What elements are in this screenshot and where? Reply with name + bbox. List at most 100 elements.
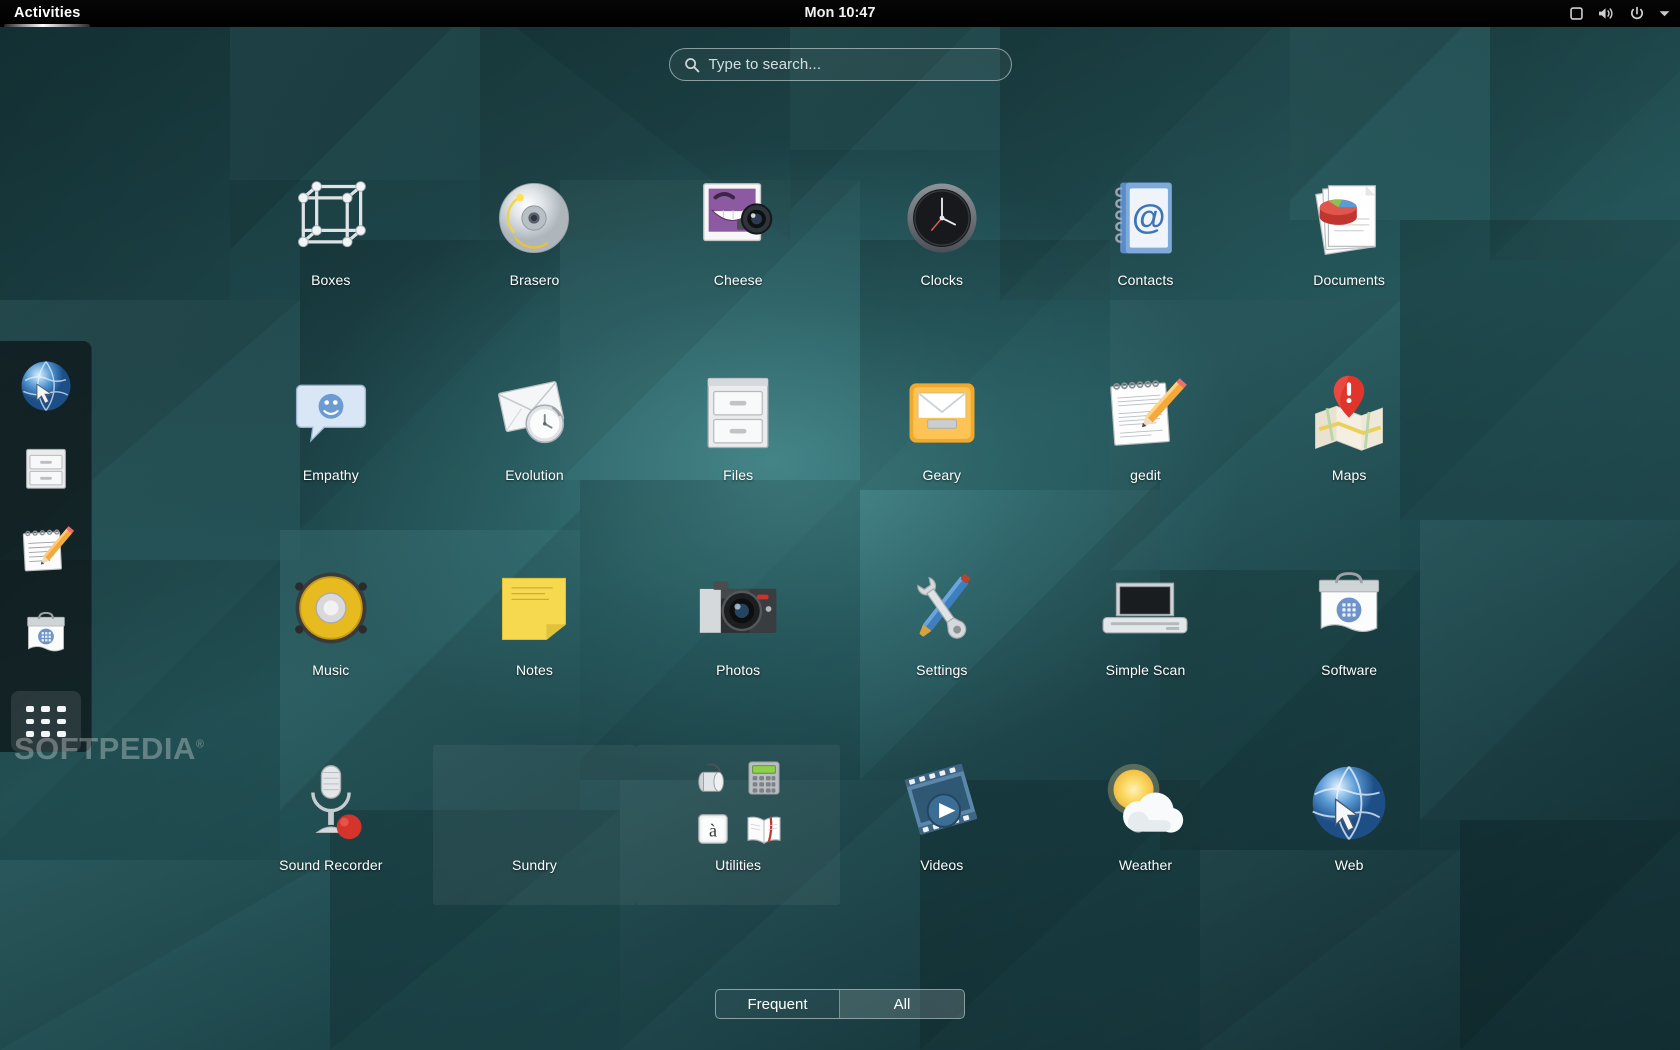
app-item-software[interactable]: Software xyxy=(1247,550,1451,710)
grid-dot xyxy=(41,706,50,712)
dock-item-gedit[interactable] xyxy=(13,521,79,584)
software-bag-icon xyxy=(18,605,74,666)
app-label: Web xyxy=(1335,857,1364,873)
photos-camera-icon xyxy=(690,560,786,656)
app-item-clocks[interactable]: Clocks xyxy=(840,160,1044,320)
svg-text:à: à xyxy=(709,820,717,840)
search-icon xyxy=(684,57,700,73)
app-item-videos[interactable]: Videos xyxy=(840,745,1044,905)
app-item-web[interactable]: Web xyxy=(1247,745,1451,905)
files-cabinet-icon xyxy=(690,365,786,461)
view-selector: Frequent All xyxy=(0,989,1680,1019)
tab-all[interactable]: All xyxy=(840,990,964,1018)
app-grid-icon[interactable] xyxy=(11,691,81,752)
software-bag-icon xyxy=(1301,560,1397,656)
app-label: Cheese xyxy=(714,272,763,288)
app-item-weather[interactable]: Weather xyxy=(1044,745,1248,905)
app-label: Weather xyxy=(1119,857,1172,873)
app-item-geary[interactable]: Geary xyxy=(840,355,1044,515)
display-icon[interactable] xyxy=(1569,6,1584,21)
empathy-chat-icon xyxy=(283,365,379,461)
app-item-empathy[interactable]: Empathy xyxy=(229,355,433,515)
dock-item-files[interactable] xyxy=(13,441,79,500)
weather-sun-cloud-icon xyxy=(1097,755,1193,851)
app-folder-utilities[interactable]: à Utilities xyxy=(636,745,840,905)
evolution-mail-icon xyxy=(486,365,582,461)
app-label: Documents xyxy=(1313,272,1385,288)
dictionary-icon xyxy=(744,809,784,849)
character-map-icon: à xyxy=(693,809,733,849)
app-label: Boxes xyxy=(311,272,350,288)
app-item-gedit[interactable]: gedit xyxy=(1044,355,1248,515)
app-item-brasero[interactable]: Brasero xyxy=(433,160,637,320)
scanner-icon xyxy=(1097,560,1193,656)
app-item-photos[interactable]: Photos xyxy=(636,550,840,710)
contacts-icon: @ xyxy=(1097,170,1193,266)
top-bar: Activities Mon 10:47 xyxy=(0,0,1680,27)
app-item-cheese[interactable]: Cheese xyxy=(636,160,840,320)
app-item-settings[interactable]: Settings xyxy=(840,550,1044,710)
app-label: Maps xyxy=(1332,467,1367,483)
app-label: Utilities xyxy=(715,857,761,873)
app-folder-sundry[interactable]: Sundry xyxy=(433,745,637,905)
power-icon[interactable] xyxy=(1629,6,1645,22)
grid-dot xyxy=(57,706,66,712)
app-label: Geary xyxy=(923,467,962,483)
boxes-icon xyxy=(283,170,379,266)
grid-dot xyxy=(26,719,35,725)
app-item-notes[interactable]: Notes xyxy=(433,550,637,710)
app-label: Notes xyxy=(516,662,553,678)
clock-button[interactable]: Mon 10:47 xyxy=(0,0,1680,27)
web-globe-icon xyxy=(17,357,75,420)
dash-dock xyxy=(0,341,92,752)
app-item-simple-scan[interactable]: Simple Scan xyxy=(1044,550,1248,710)
app-item-contacts[interactable]: @ Contacts xyxy=(1044,160,1248,320)
app-item-maps[interactable]: Maps xyxy=(1247,355,1451,515)
app-grid: Boxes Brasero xyxy=(229,160,1451,905)
app-item-documents[interactable]: Documents xyxy=(1247,160,1451,320)
app-label: Sound Recorder xyxy=(279,857,382,873)
dock-item-software[interactable] xyxy=(13,605,79,666)
grid-dot xyxy=(57,719,66,725)
search-input[interactable]: Type to search... xyxy=(669,48,1012,81)
clocks-icon xyxy=(894,170,990,266)
gedit-notepad-icon xyxy=(17,521,75,584)
dock-item-web[interactable] xyxy=(13,357,79,420)
app-item-sound-recorder[interactable]: Sound Recorder xyxy=(229,745,433,905)
app-label: Brasero xyxy=(510,272,560,288)
app-label: Simple Scan xyxy=(1106,662,1186,678)
grid-dot xyxy=(26,706,35,712)
grid-dot xyxy=(41,719,50,725)
app-item-files[interactable]: Files xyxy=(636,355,840,515)
volume-icon[interactable] xyxy=(1597,6,1616,21)
geary-inbox-icon xyxy=(894,365,990,461)
grid-dot xyxy=(41,731,50,737)
app-item-evolution[interactable]: Evolution xyxy=(433,355,637,515)
music-speaker-icon xyxy=(283,560,379,656)
system-status-area xyxy=(1569,0,1671,27)
app-label: Sundry xyxy=(512,857,557,873)
cheese-webcam-icon xyxy=(690,170,786,266)
notes-sticky-icon xyxy=(486,560,582,656)
folder-icon: à xyxy=(690,755,786,851)
calculator-icon xyxy=(744,758,784,798)
gedit-notepad-icon xyxy=(1097,365,1193,461)
app-label: Music xyxy=(312,662,349,678)
archive-manager-icon xyxy=(693,758,733,798)
app-label: Contacts xyxy=(1117,272,1173,288)
app-item-boxes[interactable]: Boxes xyxy=(229,160,433,320)
app-item-music[interactable]: Music xyxy=(229,550,433,710)
tab-frequent[interactable]: Frequent xyxy=(716,990,840,1018)
documents-icon xyxy=(1301,170,1397,266)
maps-pin-icon xyxy=(1301,365,1397,461)
settings-tools-icon xyxy=(894,560,990,656)
folder-icon xyxy=(486,755,582,851)
app-label: Files xyxy=(723,467,753,483)
app-label: Videos xyxy=(920,857,963,873)
files-cabinet-icon xyxy=(19,441,73,500)
app-label: Evolution xyxy=(505,467,564,483)
brasero-disc-icon xyxy=(486,170,582,266)
web-globe-icon xyxy=(1301,755,1397,851)
chevron-down-icon[interactable] xyxy=(1658,9,1671,18)
microphone-icon xyxy=(283,755,379,851)
